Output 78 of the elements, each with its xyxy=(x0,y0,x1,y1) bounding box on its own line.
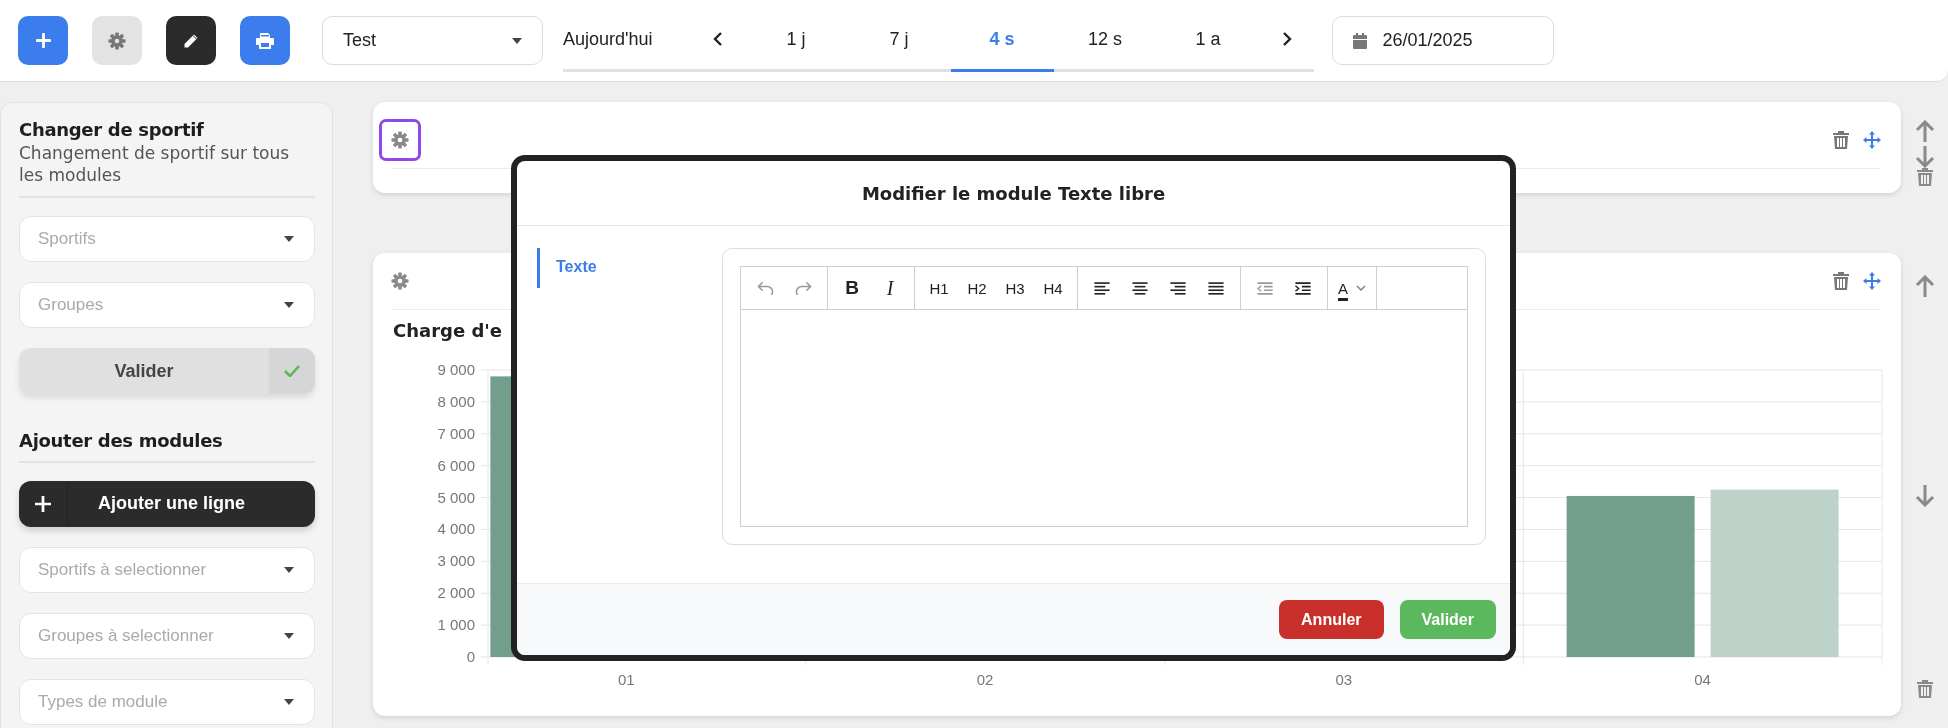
validate-button[interactable]: Valider xyxy=(19,348,315,394)
caret-icon xyxy=(284,302,294,308)
y-tick-label: 7 000 xyxy=(437,424,475,442)
caret-icon xyxy=(512,37,522,44)
check-icon xyxy=(284,365,300,377)
align-center-icon xyxy=(1132,281,1148,295)
modal-title: Modifier le module Texte libre xyxy=(861,182,1166,204)
settings-icon[interactable] xyxy=(391,131,409,149)
caret-icon xyxy=(284,699,294,705)
y-tick-label: 4 000 xyxy=(437,520,475,538)
chart-title: Charge d'e xyxy=(393,320,503,341)
calendar-icon xyxy=(1352,32,1367,49)
heading-button[interactable]: H1 xyxy=(921,270,957,306)
align-right-icon xyxy=(1170,281,1186,295)
x-tick-label: 04 xyxy=(1694,671,1711,688)
x-tick-label: 02 xyxy=(976,671,994,688)
move-icon[interactable] xyxy=(1863,272,1881,290)
period-tab[interactable]: 4 s xyxy=(950,9,1054,72)
y-tick-label: 1 000 xyxy=(437,616,475,634)
heading-button[interactable]: H3 xyxy=(997,270,1033,306)
next-chevron-icon[interactable] xyxy=(1281,31,1292,47)
arrow-up-icon[interactable] xyxy=(1914,275,1935,299)
undo-icon xyxy=(756,281,774,295)
settings-icon[interactable] xyxy=(391,272,409,290)
bold-button[interactable]: B xyxy=(834,270,870,306)
italic-button[interactable]: I xyxy=(872,270,908,306)
printer-icon xyxy=(256,32,274,49)
cancel-button[interactable]: Annuler xyxy=(1279,600,1384,639)
section-title: Ajouter des modules xyxy=(19,430,224,451)
y-tick-label: 9 000 xyxy=(437,361,475,378)
section-title: Changer de sportif xyxy=(19,119,205,140)
today-link[interactable]: Aujourd'hui xyxy=(563,28,653,50)
y-tick-label: 5 000 xyxy=(437,488,475,506)
profile-select[interactable]: Test xyxy=(322,16,543,65)
align-left-icon xyxy=(1094,281,1110,295)
arrow-down-icon[interactable] xyxy=(1914,482,1935,507)
y-tick-label: 3 000 xyxy=(437,552,475,570)
date-field[interactable]: 26/01/2025 xyxy=(1331,16,1554,65)
x-tick-label: 01 xyxy=(618,671,635,688)
move-icon[interactable] xyxy=(1863,131,1881,149)
period-tab[interactable]: 1 j xyxy=(744,9,848,72)
y-tick-label: 2 000 xyxy=(437,584,475,602)
period-tab[interactable]: 1 a xyxy=(1156,9,1260,72)
arrow-down-icon[interactable] xyxy=(1914,144,1935,168)
heading-button[interactable]: H2 xyxy=(959,270,995,306)
y-tick-label: 0 xyxy=(466,648,475,665)
add-button[interactable] xyxy=(18,16,68,65)
y-tick-label: 8 000 xyxy=(437,392,475,410)
caret-icon xyxy=(284,566,294,573)
x-tick-label: 03 xyxy=(1335,671,1353,688)
y-tick-label: 6 000 xyxy=(437,456,475,474)
pencil-icon xyxy=(183,32,199,49)
period-tab[interactable]: 7 j xyxy=(847,9,951,72)
text-color-button[interactable]: A xyxy=(1334,270,1370,306)
chevron-down-icon xyxy=(1356,285,1366,291)
settings-button[interactable] xyxy=(92,16,142,65)
edit-button[interactable] xyxy=(166,16,216,65)
arrow-up-icon[interactable] xyxy=(1914,120,1935,144)
trash-icon[interactable] xyxy=(1833,131,1849,149)
previous-chevron-icon[interactable] xyxy=(712,31,723,47)
plus-icon xyxy=(35,496,51,512)
heading-button[interactable]: H4 xyxy=(1035,270,1071,306)
caret-icon xyxy=(284,633,294,639)
section-subtitle: Changement de sportif sur tous les modules xyxy=(19,142,291,186)
trash-icon[interactable] xyxy=(1916,168,1933,186)
plus-icon xyxy=(35,33,51,48)
settings-icon[interactable] xyxy=(108,31,126,50)
trash-icon[interactable] xyxy=(1916,680,1933,698)
print-button[interactable] xyxy=(240,16,290,65)
outdent-icon xyxy=(1257,281,1273,295)
caret-icon xyxy=(284,236,294,242)
add-row-button[interactable]: Ajouter une ligne xyxy=(19,481,315,527)
redo-icon xyxy=(794,281,812,295)
period-tab[interactable]: 12 s xyxy=(1053,9,1157,72)
modal-tab[interactable]: Texte xyxy=(537,248,613,288)
trash-icon[interactable] xyxy=(1833,272,1849,290)
align-justify-icon xyxy=(1208,281,1224,295)
indent-icon xyxy=(1295,281,1311,295)
